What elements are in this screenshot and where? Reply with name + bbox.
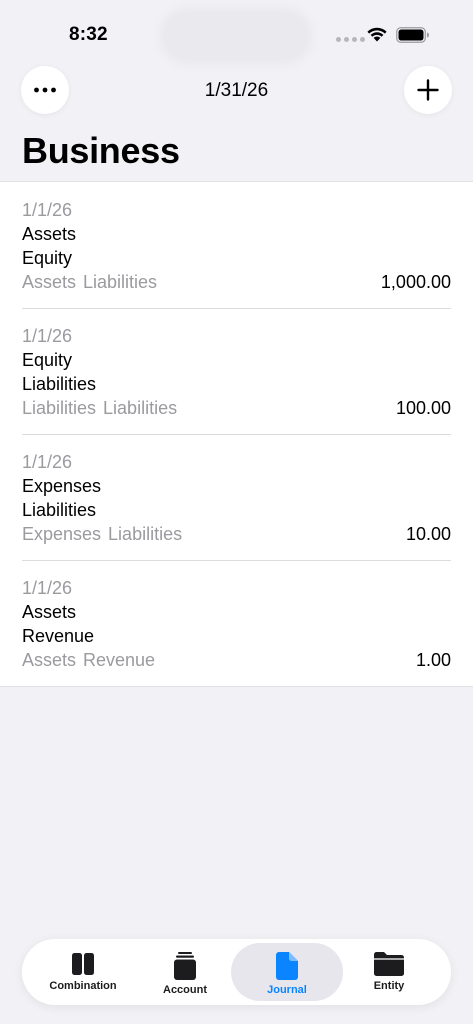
- page-title: Business: [22, 130, 180, 171]
- journal-entry-row[interactable]: 1/1/26 Equity Liabilities Liabilities Li…: [22, 308, 473, 434]
- entry-debit-account: Assets: [22, 224, 77, 244]
- entry-date: 1/1/26: [22, 578, 73, 598]
- tab-label: Entity: [373, 980, 405, 992]
- entry-debit-account: Equity: [22, 350, 73, 370]
- entry-amount: 1,000.00: [380, 272, 451, 292]
- tab-entity[interactable]: Entity: [333, 943, 445, 1001]
- battery-icon: [396, 27, 429, 43]
- tab-combination[interactable]: Combination: [27, 943, 139, 1001]
- tab-label: Combination: [49, 980, 117, 992]
- book-icon: [72, 953, 94, 975]
- stack-icon: [174, 952, 196, 980]
- journal-entry-row[interactable]: 1/1/26 Expenses Liabilities Expenses Lia…: [22, 434, 473, 560]
- tab-account[interactable]: Account: [129, 943, 241, 1001]
- dynamic-island: [160, 8, 312, 64]
- tab-label: Account: [163, 984, 207, 996]
- wifi-icon: [367, 27, 387, 42]
- add-entry-button[interactable]: [404, 66, 452, 114]
- document-icon: [276, 952, 298, 980]
- entry-debit-account: Assets: [22, 602, 77, 622]
- status-time: 8:32: [69, 24, 108, 45]
- entry-credit-account: Liabilities: [22, 374, 97, 394]
- journal-entry-row[interactable]: 1/1/26 Assets Revenue Assets Revenue 1.0…: [22, 560, 473, 686]
- nav-date[interactable]: 1/31/26: [0, 80, 473, 102]
- entry-credit-account: Revenue: [22, 626, 95, 646]
- entry-amount: 100.00: [395, 398, 451, 418]
- plus-icon: [417, 79, 439, 101]
- entry-amount: 10.00: [405, 524, 451, 544]
- entry-account-types: Expenses Liabilities: [22, 524, 183, 544]
- entry-account-types: Assets Revenue: [22, 650, 156, 670]
- tab-bar: Combination Account Journal Entity: [22, 939, 451, 1005]
- entry-date: 1/1/26: [22, 200, 73, 220]
- folder-icon: [374, 952, 404, 976]
- journal-screen: 8:32 1/31/26 Business 1/1/26 Assets Equi…: [0, 0, 473, 1024]
- cellular-icon: [336, 37, 365, 42]
- entry-date: 1/1/26: [22, 326, 73, 346]
- entry-account-types: Liabilities Liabilities: [22, 398, 178, 418]
- tab-journal[interactable]: Journal: [231, 943, 343, 1001]
- tab-label: Journal: [267, 984, 307, 996]
- entry-date: 1/1/26: [22, 452, 73, 472]
- entry-credit-account: Liabilities: [22, 500, 97, 520]
- entry-amount: 1.00: [415, 650, 451, 670]
- journal-entry-row[interactable]: 1/1/26 Assets Equity Assets Liabilities …: [22, 182, 473, 308]
- entry-account-types: Assets Liabilities: [22, 272, 158, 292]
- journal-list: 1/1/26 Assets Equity Assets Liabilities …: [0, 181, 473, 687]
- status-bar: 8:32: [0, 0, 473, 64]
- entry-credit-account: Equity: [22, 248, 73, 268]
- entry-debit-account: Expenses: [22, 476, 102, 496]
